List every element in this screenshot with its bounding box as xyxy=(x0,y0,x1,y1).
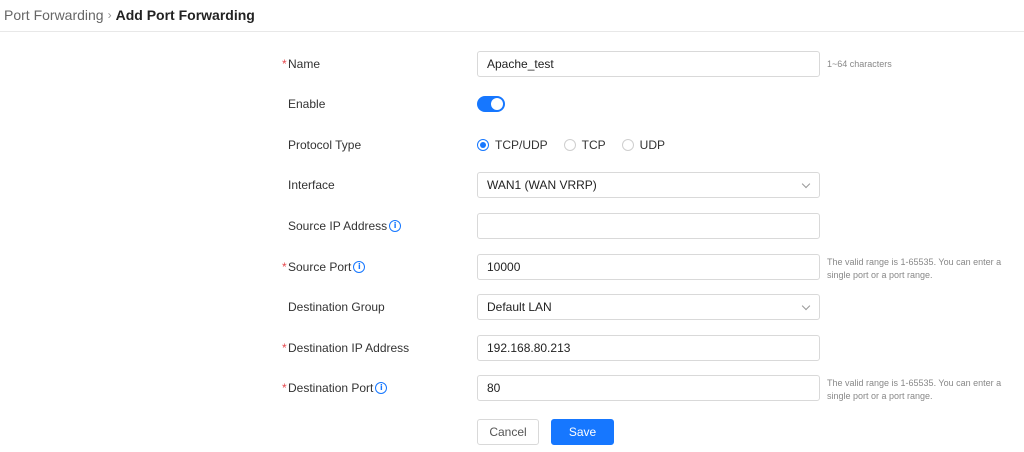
destination-port-input[interactable]: 80 xyxy=(477,375,820,401)
radio-tcp-label: TCP xyxy=(581,138,606,152)
destination-group-select-value: Default LAN xyxy=(487,300,552,314)
breadcrumb-port-forwarding-link[interactable]: Port Forwarding xyxy=(4,7,104,23)
cancel-button[interactable]: Cancel xyxy=(477,419,539,445)
save-button[interactable]: Save xyxy=(551,419,614,445)
source-ip-label-text: Source IP Address xyxy=(288,219,388,233)
source-port-hint: The valid range is 1-65535. You can ente… xyxy=(827,257,1002,280)
source-ip-input[interactable] xyxy=(477,213,820,239)
interface-label-text: Interface xyxy=(288,178,335,192)
destination-port-label-text: Destination Port xyxy=(288,381,374,395)
radio-tcp-udp-label: TCP/UDP xyxy=(495,138,548,152)
source-port-input-value: 10000 xyxy=(487,260,521,274)
name-input-value: Apache_test xyxy=(487,57,554,71)
destination-group-select[interactable]: Default LAN xyxy=(477,294,820,320)
destination-ip-input[interactable]: 192.168.80.213 xyxy=(477,335,820,361)
radio-option-tcp[interactable]: TCP xyxy=(563,138,606,152)
source-ip-label: Source IP Address i xyxy=(282,213,402,239)
chevron-down-icon xyxy=(801,179,811,189)
info-icon[interactable]: i xyxy=(389,220,402,232)
radio-option-tcp-udp[interactable]: TCP/UDP xyxy=(477,138,548,152)
radio-tcp[interactable] xyxy=(563,139,576,151)
radio-udp[interactable] xyxy=(621,139,634,151)
page-title: Add Port Forwarding xyxy=(115,7,255,23)
source-port-label: * Source Port i xyxy=(282,254,366,280)
destination-ip-input-value: 192.168.80.213 xyxy=(487,341,571,355)
radio-option-udp[interactable]: UDP xyxy=(621,138,666,152)
name-input[interactable]: Apache_test xyxy=(477,51,820,77)
name-label: * Name xyxy=(282,51,320,77)
radio-tcp-udp[interactable] xyxy=(477,139,489,151)
destination-port-label: * Destination Port i xyxy=(282,375,388,401)
protocol-type-label: Protocol Type xyxy=(282,132,361,158)
name-label-text: Name xyxy=(288,57,321,71)
enable-label: Enable xyxy=(282,91,325,117)
destination-ip-label: * Destination IP Address xyxy=(282,335,409,361)
info-icon[interactable]: i xyxy=(353,261,366,273)
destination-group-label: Destination Group xyxy=(282,294,385,320)
interface-select-value: WAN1 (WAN VRRP) xyxy=(487,178,597,192)
destination-ip-label-text: Destination IP Address xyxy=(288,341,410,355)
breadcrumb: Port Forwarding › Add Port Forwarding xyxy=(4,7,255,23)
interface-label: Interface xyxy=(282,172,335,198)
destination-port-input-value: 80 xyxy=(487,381,501,395)
toggle-knob xyxy=(491,98,503,110)
protocol-type-radio-group: TCP/UDP TCP UDP xyxy=(477,132,681,158)
source-port-input[interactable]: 10000 xyxy=(477,254,820,280)
destination-group-label-text: Destination Group xyxy=(288,300,385,314)
radio-udp-label: UDP xyxy=(639,138,666,152)
page-header: Port Forwarding › Add Port Forwarding xyxy=(0,0,1024,32)
interface-select[interactable]: WAN1 (WAN VRRP) xyxy=(477,172,820,198)
chevron-down-icon xyxy=(801,301,811,311)
destination-port-hint: The valid range is 1-65535. You can ente… xyxy=(827,378,1002,401)
source-port-label-text: Source Port xyxy=(288,260,352,274)
breadcrumb-separator-icon: › xyxy=(107,8,112,22)
enable-label-text: Enable xyxy=(288,97,326,111)
name-hint: 1~64 characters xyxy=(827,59,892,69)
info-icon[interactable]: i xyxy=(375,382,388,394)
protocol-type-label-text: Protocol Type xyxy=(288,138,362,152)
enable-toggle[interactable] xyxy=(477,96,505,112)
